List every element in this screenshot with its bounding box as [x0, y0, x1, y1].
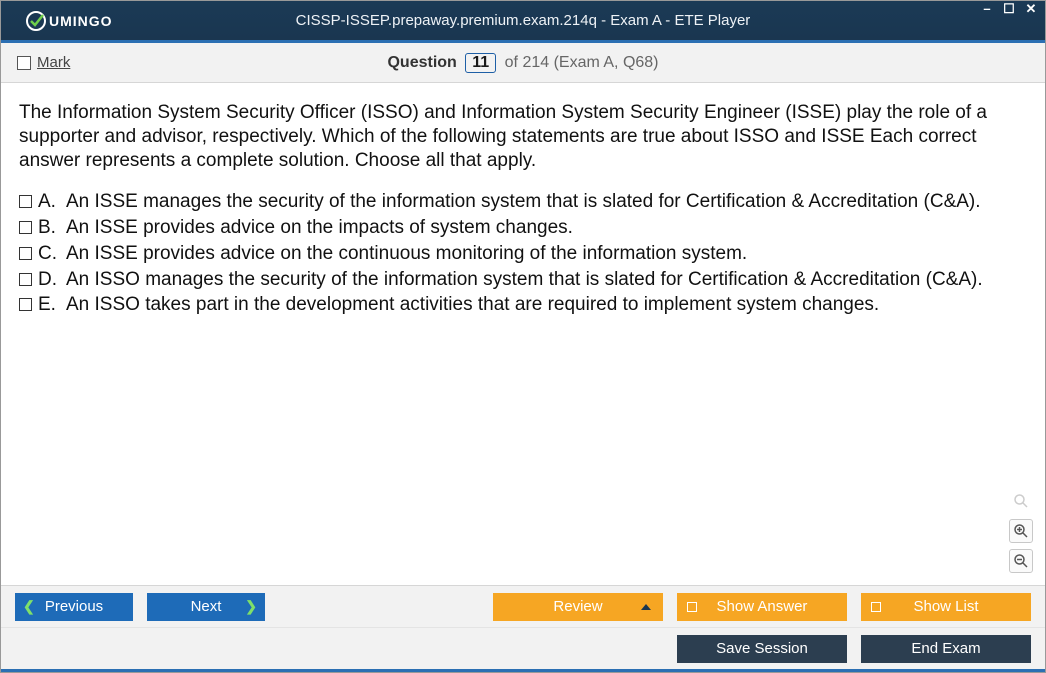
chevron-left-icon: ❮	[23, 598, 35, 615]
window-controls: – ☐ ✕	[979, 3, 1039, 17]
previous-button[interactable]: ❮ Previous	[15, 593, 133, 621]
show-answer-button[interactable]: Show Answer	[677, 593, 847, 621]
choice-letter: B.	[38, 216, 60, 240]
end-exam-button[interactable]: End Exam	[861, 635, 1031, 663]
next-label: Next	[191, 598, 222, 615]
previous-label: Previous	[45, 598, 103, 615]
question-stem: The Information System Security Officer …	[19, 101, 1027, 172]
choice-letter: A.	[38, 190, 60, 214]
choice-text: An ISSO manages the security of the info…	[66, 268, 1027, 292]
triangle-up-icon	[641, 604, 651, 610]
show-list-button[interactable]: Show List	[861, 593, 1031, 621]
show-answer-label: Show Answer	[717, 598, 808, 615]
title-bar: UMINGO CISSP-ISSEP.prepaway.premium.exam…	[1, 1, 1045, 43]
choice-checkbox[interactable]	[19, 298, 32, 311]
question-word: Question	[387, 54, 456, 71]
mark-label: Mark	[37, 54, 70, 71]
session-button-bar: Save Session End Exam	[1, 627, 1045, 669]
question-counter: Question 11 of 214 (Exam A, Q68)	[1, 53, 1045, 73]
choice-letter: C.	[38, 242, 60, 266]
question-number-box[interactable]: 11	[465, 53, 496, 73]
next-button[interactable]: Next ❯	[147, 593, 265, 621]
zoom-controls	[1009, 489, 1033, 573]
search-icon[interactable]	[1009, 489, 1033, 513]
review-label: Review	[553, 598, 602, 615]
answer-choice[interactable]: E.An ISSO takes part in the development …	[19, 293, 1027, 317]
minimize-icon[interactable]: –	[979, 3, 995, 17]
choice-letter: D.	[38, 268, 60, 292]
mark-checkbox[interactable]	[17, 56, 31, 70]
choice-text: An ISSE manages the security of the info…	[66, 190, 1027, 214]
choice-text: An ISSE provides advice on the impacts o…	[66, 216, 1027, 240]
show-list-label: Show List	[913, 598, 978, 615]
choice-text: An ISSE provides advice on the continuou…	[66, 242, 1027, 266]
chevron-right-icon: ❯	[245, 598, 257, 615]
question-header: Mark Question 11 of 214 (Exam A, Q68)	[1, 43, 1045, 83]
checkmark-icon	[25, 10, 47, 32]
zoom-out-icon[interactable]	[1009, 549, 1033, 573]
choice-checkbox[interactable]	[19, 221, 32, 234]
choice-checkbox[interactable]	[19, 273, 32, 286]
choice-checkbox[interactable]	[19, 195, 32, 208]
bottom-accent	[1, 669, 1045, 672]
square-icon	[871, 602, 881, 612]
window-title: CISSP-ISSEP.prepaway.premium.exam.214q -…	[1, 12, 1045, 29]
square-icon	[687, 602, 697, 612]
choice-checkbox[interactable]	[19, 247, 32, 260]
maximize-icon[interactable]: ☐	[1001, 3, 1017, 17]
brand-text: UMINGO	[49, 13, 113, 29]
answer-choices: A.An ISSE manages the security of the in…	[19, 190, 1027, 317]
close-icon[interactable]: ✕	[1023, 3, 1039, 17]
app-logo: UMINGO	[25, 10, 113, 32]
answer-choice[interactable]: C.An ISSE provides advice on the continu…	[19, 242, 1027, 266]
answer-choice[interactable]: D.An ISSO manages the security of the in…	[19, 268, 1027, 292]
zoom-in-icon[interactable]	[1009, 519, 1033, 543]
choice-letter: E.	[38, 293, 60, 317]
answer-choice[interactable]: B.An ISSE provides advice on the impacts…	[19, 216, 1027, 240]
save-session-button[interactable]: Save Session	[677, 635, 847, 663]
review-button[interactable]: Review	[493, 593, 663, 621]
answer-choice[interactable]: A.An ISSE manages the security of the in…	[19, 190, 1027, 214]
choice-text: An ISSO takes part in the development ac…	[66, 293, 1027, 317]
question-content: The Information System Security Officer …	[1, 83, 1045, 585]
mark-checkbox-wrap[interactable]: Mark	[17, 54, 70, 71]
nav-button-bar: ❮ Previous Next ❯ Review Show Answer Sho…	[1, 585, 1045, 627]
question-total: of 214 (Exam A, Q68)	[505, 54, 659, 71]
